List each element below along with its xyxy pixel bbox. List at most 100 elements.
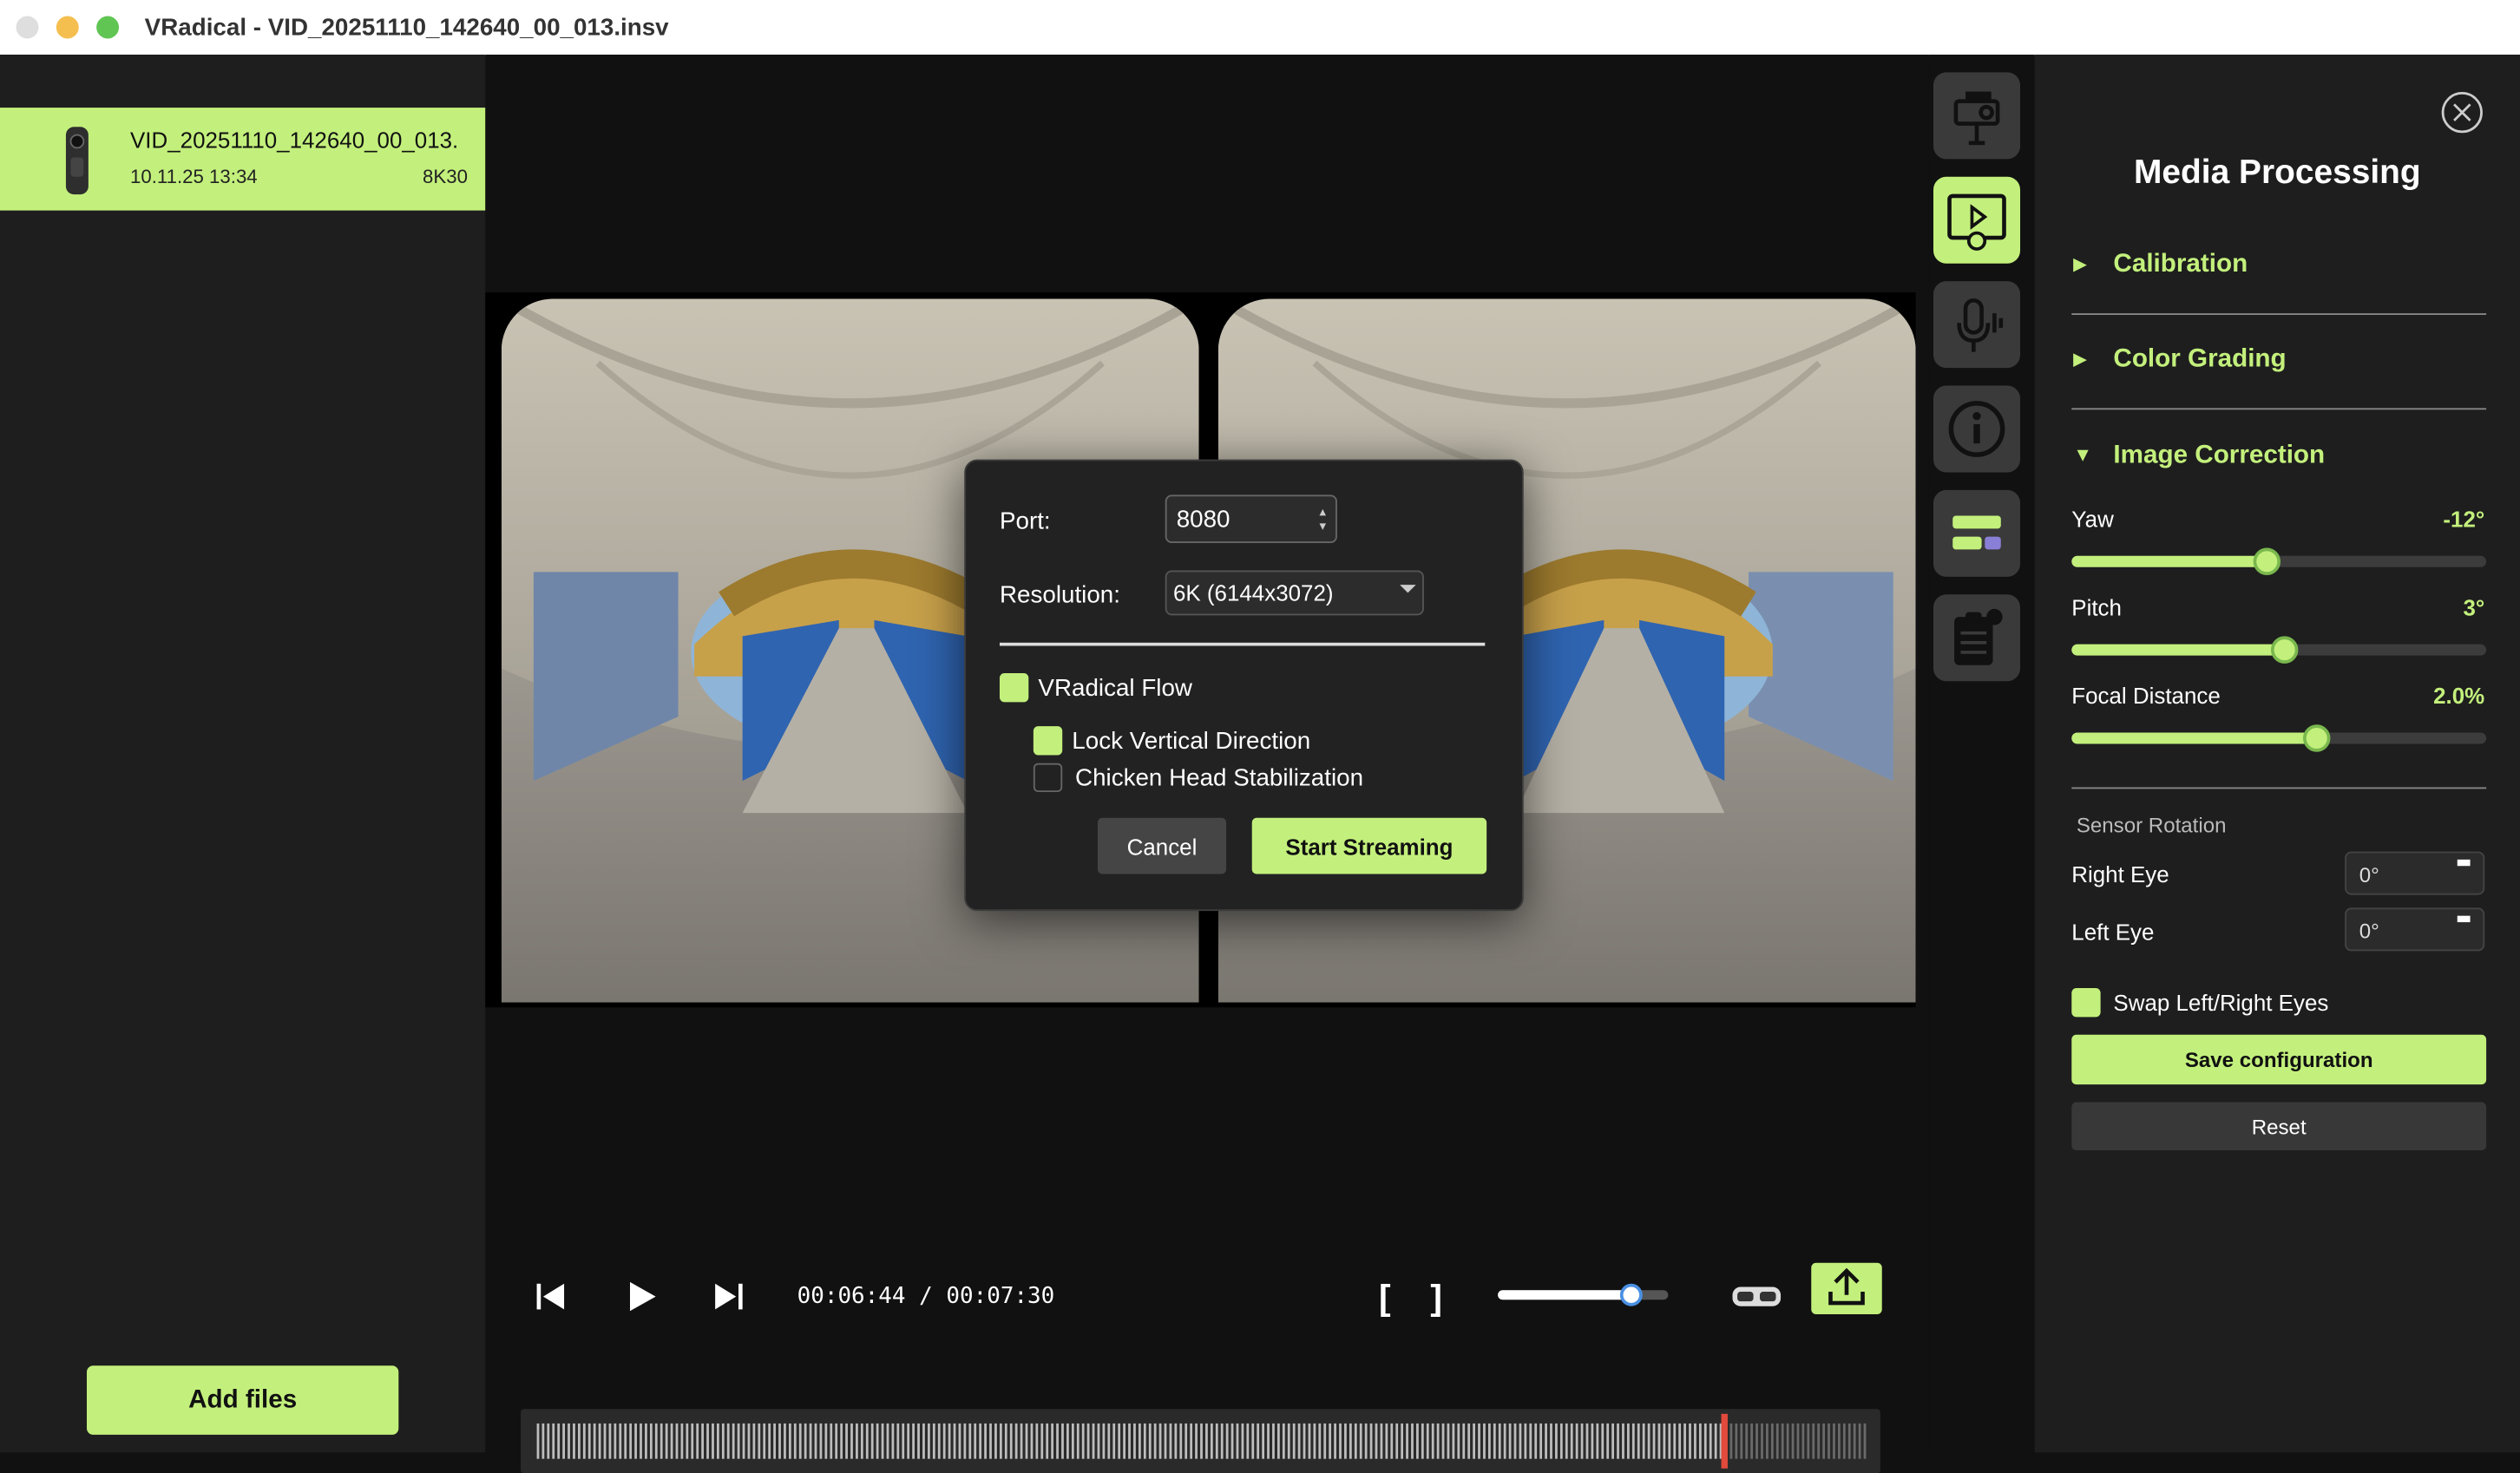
timeline-tick	[1040, 1423, 1044, 1459]
timeline-tick	[798, 1423, 802, 1459]
pitch-slider[interactable]	[2071, 636, 2487, 664]
total-time: 00:07:30	[946, 1283, 1055, 1310]
timeline-tick	[752, 1423, 756, 1459]
timeline-tick	[1755, 1423, 1758, 1459]
playhead[interactable]	[1722, 1413, 1729, 1469]
section-color-grading[interactable]: ▶ Color Grading	[2073, 345, 2488, 381]
export-button[interactable]	[1811, 1262, 1882, 1314]
timeline-tick	[1339, 1423, 1342, 1459]
media-processing-icon[interactable]	[1933, 176, 2021, 264]
focal-distance-slider[interactable]	[2071, 724, 2487, 752]
swap-eyes-checkbox[interactable]	[2071, 988, 2101, 1018]
timeline-tick	[1524, 1423, 1527, 1459]
timeline-tick	[649, 1423, 653, 1459]
timeline-tick	[917, 1423, 920, 1459]
left-eye-rotation-input[interactable]: 0°	[2345, 907, 2485, 952]
timeline-tick	[763, 1423, 766, 1459]
timeline-tick	[1318, 1423, 1322, 1459]
volume-knob[interactable]	[1619, 1283, 1643, 1306]
timeline-tick	[1081, 1423, 1085, 1459]
chicken-head-stabilization-checkbox[interactable]	[1033, 763, 1063, 793]
section-image-correction[interactable]: ▼ Image Correction	[2073, 442, 2488, 477]
minimize-window-button[interactable]	[56, 16, 79, 39]
layout-icon[interactable]	[1933, 489, 2021, 577]
skip-back-icon[interactable]	[534, 1279, 569, 1314]
timeline-tick	[1369, 1423, 1373, 1459]
port-stepper-icon[interactable]: ▴ ▾	[1319, 505, 1325, 534]
timeline-tick	[1683, 1423, 1686, 1459]
timeline-tick	[1282, 1423, 1285, 1459]
timeline-tick	[1781, 1423, 1784, 1459]
timeline-tick	[1097, 1423, 1100, 1459]
play-icon[interactable]	[624, 1279, 660, 1314]
file-date: 10.11.25 13:34	[130, 165, 258, 188]
timeline-tick	[582, 1423, 586, 1459]
resolution-select[interactable]: 6K (6144x3072)	[1165, 570, 1424, 616]
clipboard-icon[interactable]	[1933, 594, 2021, 682]
focal-distance-slider-knob[interactable]	[2303, 724, 2331, 752]
zoom-window-button[interactable]	[96, 16, 120, 39]
mark-out-button[interactable]: ]	[1430, 1277, 1442, 1319]
vr-headset-icon[interactable]	[1728, 1279, 1786, 1314]
timeline-tick	[784, 1423, 786, 1459]
audio-icon[interactable]	[1933, 281, 2021, 369]
mark-in-button[interactable]: [	[1379, 1277, 1391, 1319]
timeline-tick	[958, 1423, 961, 1459]
yaw-slider[interactable]	[2071, 547, 2487, 576]
add-files-button[interactable]: Add files	[87, 1365, 399, 1435]
file-list-item[interactable]: VID_20251110_142640_00_013. 10.11.25 13:…	[0, 108, 486, 211]
timeline-tick	[1822, 1423, 1825, 1459]
section-calibration[interactable]: ▶ Calibration	[2073, 251, 2488, 286]
lock-vertical-direction-checkbox[interactable]	[1033, 726, 1063, 756]
info-icon[interactable]	[1933, 385, 2021, 473]
timeline-tick	[1555, 1423, 1558, 1459]
timeline-tick	[1257, 1423, 1260, 1459]
timeline-tick	[1775, 1423, 1779, 1459]
timeline-tick	[598, 1423, 601, 1459]
camera-icon[interactable]	[1933, 72, 2021, 160]
swap-eyes-label: Swap Left/Right Eyes	[2113, 989, 2329, 1016]
focal-distance-value: 2.0%	[2433, 683, 2485, 709]
timeline-tick	[886, 1423, 889, 1459]
volume-slider[interactable]	[1498, 1283, 1669, 1306]
start-streaming-button[interactable]: Start Streaming	[1251, 817, 1487, 874]
stepper-icon[interactable]	[2457, 859, 2471, 867]
pitch-slider-knob[interactable]	[2270, 636, 2298, 664]
yaw-slider-knob[interactable]	[2254, 547, 2281, 576]
timeline-tick	[1452, 1423, 1455, 1459]
close-window-button[interactable]	[16, 16, 39, 39]
timeline-tick	[1647, 1423, 1650, 1459]
timeline-tick	[942, 1423, 946, 1459]
timeline-tick	[547, 1423, 550, 1459]
timeline-tick	[1076, 1423, 1080, 1459]
timeline-tick	[691, 1423, 694, 1459]
pitch-slider-fill	[2071, 644, 2283, 656]
cancel-button[interactable]: Cancel	[1097, 817, 1227, 874]
vradical-flow-checkbox[interactable]	[999, 673, 1029, 703]
reset-button[interactable]: Reset	[2071, 1102, 2487, 1151]
close-panel-button[interactable]	[2439, 90, 2484, 135]
timeline-tick	[747, 1423, 751, 1459]
timeline-tick	[1169, 1423, 1172, 1459]
timeline-tick	[1637, 1423, 1640, 1459]
timeline-tick	[912, 1423, 915, 1459]
left-eye-label: Left Eye	[2071, 919, 2155, 945]
resolution-value: 6K (6144x3072)	[1172, 579, 1334, 606]
right-eye-rotation-input[interactable]: 0°	[2345, 851, 2485, 895]
timeline-scrubber[interactable]	[521, 1409, 1880, 1473]
save-configuration-button[interactable]: Save configuration	[2071, 1034, 2487, 1085]
app-window: VRadical - VID_20251110_142640_00_013.in…	[0, 0, 2520, 1473]
timeline-tick	[1020, 1423, 1023, 1459]
timeline-tick	[845, 1423, 848, 1459]
stepper-icon[interactable]	[2457, 915, 2471, 923]
timeline-tick	[577, 1423, 581, 1459]
timeline-tick	[1190, 1423, 1193, 1459]
port-input[interactable]: 8080 ▴ ▾	[1165, 494, 1337, 543]
timeline-tick	[1837, 1423, 1841, 1459]
section-calibration-label: Calibration	[2113, 250, 2248, 278]
port-label: Port:	[999, 507, 1051, 535]
timeline-tick	[1436, 1423, 1440, 1459]
timeline-tick	[1550, 1423, 1552, 1459]
skip-forward-icon[interactable]	[711, 1279, 746, 1314]
timeline-tick	[1375, 1423, 1378, 1459]
